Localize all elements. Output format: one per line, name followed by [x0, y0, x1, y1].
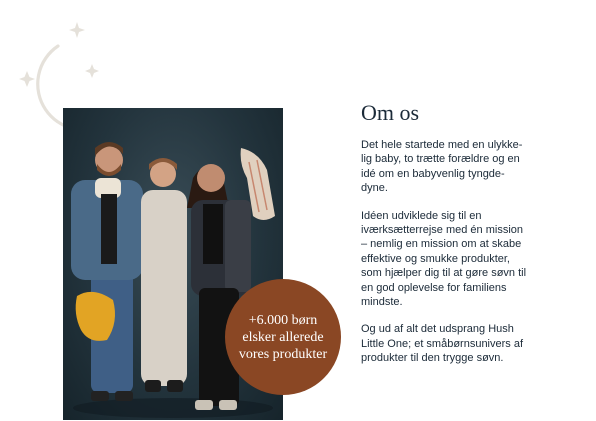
person-left [71, 142, 143, 401]
badge-text: +6.000 børn elsker allerede vores produk… [238, 312, 328, 362]
paragraph-2: Idéen udviklede sig til en iværksætterre… [361, 209, 527, 309]
paragraph-3: Og ud af alt det udsprang Hush Little On… [361, 323, 524, 365]
about-section: Om os Det hele startede med en ulykke- l… [361, 100, 583, 379]
paragraph-1: Det hele startede med en ulykke- lig bab… [361, 139, 523, 195]
section-title: Om os [361, 100, 420, 125]
person-middle [141, 158, 187, 392]
children-count-badge: +6.000 børn elsker allerede vores produk… [225, 279, 341, 395]
